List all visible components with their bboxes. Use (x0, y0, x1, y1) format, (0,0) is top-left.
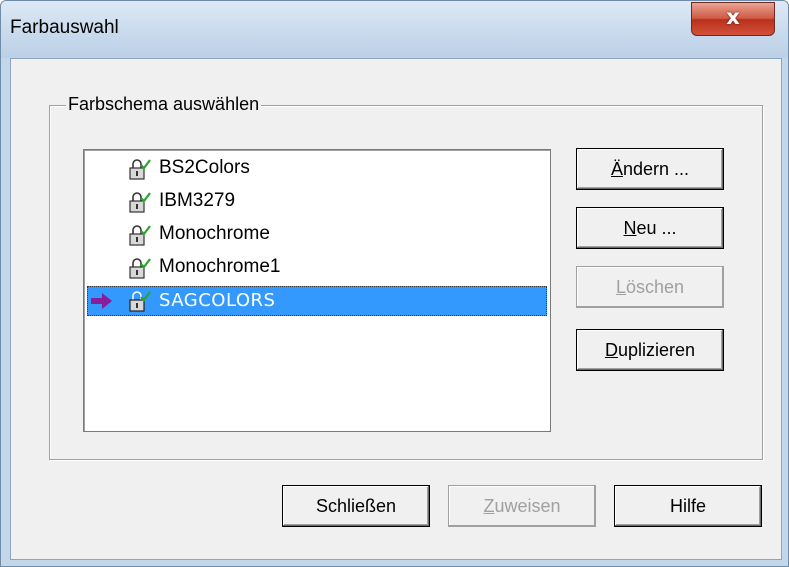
list-item[interactable]: BS2Colors (87, 154, 547, 184)
button-label: eu ... (636, 218, 677, 238)
arrow-right-icon (91, 293, 112, 309)
list-item[interactable]: Monochrome (87, 220, 547, 250)
scheme-name: Monochrome (159, 223, 270, 244)
scheme-name: IBM3279 (159, 190, 236, 211)
button-label: uplizieren (617, 340, 696, 360)
list-item[interactable]: IBM3279 (87, 187, 547, 217)
color-selection-dialog: Farbauswahl x Farbschema auswählen BS2Co… (0, 0, 789, 567)
scheme-list[interactable]: BS2Colors IBM3279 Monochrome Monochrome1 (83, 149, 551, 432)
lock-icon (129, 291, 151, 312)
button-label: Schließen (315, 496, 397, 516)
list-item[interactable]: Monochrome1 (87, 253, 547, 283)
delete-button[interactable]: Löschen (576, 266, 724, 308)
close-dialog-button[interactable]: Schließen (282, 485, 430, 527)
lock-icon (129, 192, 151, 213)
button-label: ndern ... (622, 159, 690, 179)
mnemonic: Ä (610, 159, 623, 179)
mnemonic: Z (483, 496, 495, 516)
button-label: uweisen (494, 496, 561, 516)
mnemonic: L (615, 277, 626, 297)
button-label: Hilfe (669, 496, 706, 516)
list-item-selected[interactable]: SAGCOLORS (87, 286, 547, 316)
new-button[interactable]: Neu ... (576, 207, 724, 249)
change-button[interactable]: Ändern ... (576, 148, 724, 190)
close-icon: x (726, 5, 740, 29)
close-button[interactable]: x (691, 2, 775, 36)
dialog-body: Farbschema auswählen BS2Colors IBM3279 M… (10, 58, 782, 560)
scheme-name: BS2Colors (159, 157, 250, 178)
mnemonic: D (604, 340, 618, 360)
group-label: Farbschema auswählen (66, 94, 262, 115)
lock-icon (129, 258, 151, 279)
window-title: Farbauswahl (10, 17, 119, 38)
help-button[interactable]: Hilfe (614, 485, 762, 527)
lock-icon (129, 225, 151, 246)
lock-icon (129, 159, 151, 180)
mnemonic: N (623, 218, 637, 238)
button-label: öschen (625, 277, 685, 297)
title-bar[interactable]: Farbauswahl x (1, 1, 788, 58)
scheme-name: SAGCOLORS (159, 290, 276, 311)
assign-button[interactable]: Zuweisen (448, 485, 596, 527)
scheme-name: Monochrome1 (159, 256, 281, 277)
duplicate-button[interactable]: Duplizieren (576, 329, 724, 371)
